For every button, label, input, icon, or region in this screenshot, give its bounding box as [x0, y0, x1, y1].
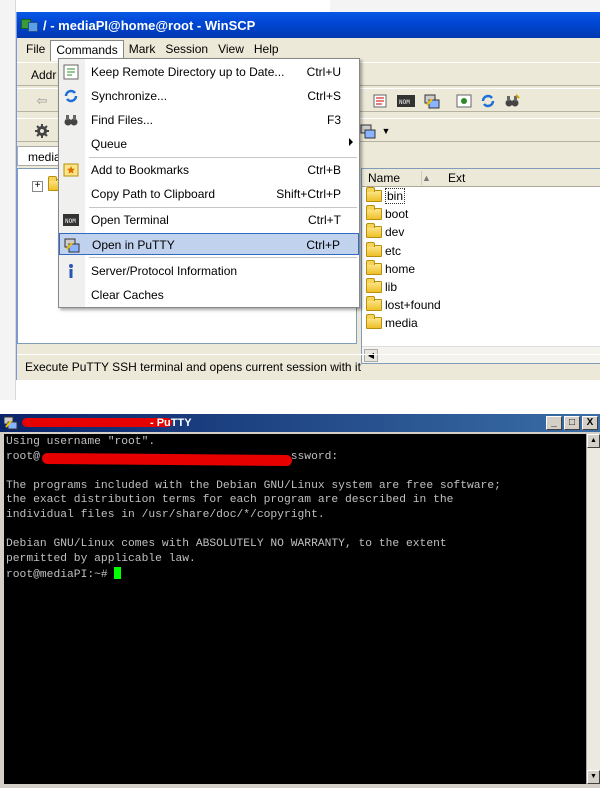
background-strip	[330, 0, 600, 12]
folder-icon	[366, 314, 382, 330]
gear-icon[interactable]	[31, 121, 53, 141]
file-row[interactable]: etc	[362, 241, 600, 260]
close-button[interactable]: X	[582, 416, 598, 430]
menu-session[interactable]: Session	[160, 40, 213, 58]
terminal-line: permitted by applicable law.	[6, 552, 196, 565]
putty-icon	[64, 237, 80, 253]
menu-separator	[89, 157, 357, 158]
menu-separator	[89, 257, 357, 258]
terminal-line: the exact distribution terms for each pr…	[6, 494, 454, 507]
folder-icon	[366, 223, 382, 239]
file-row[interactable]: media	[362, 314, 600, 332]
folder-icon	[366, 296, 382, 312]
svg-text:NOM: NOM	[65, 218, 76, 225]
file-row[interactable]: lib	[362, 278, 600, 296]
chevron-down-icon[interactable]: ▼	[375, 121, 397, 141]
bookmark-icon[interactable]	[453, 91, 475, 111]
putty-icon	[3, 416, 18, 430]
tree-expand-icon[interactable]: +	[32, 181, 43, 192]
keep-dir-icon	[63, 64, 79, 80]
menu-item-open-terminal[interactable]: NOM Open Terminal Ctrl+T	[59, 209, 359, 231]
winscp-app-icon	[21, 17, 39, 33]
file-row[interactable]: bin	[362, 187, 600, 205]
binoculars-icon	[63, 112, 79, 128]
menu-file[interactable]: File	[21, 40, 50, 58]
file-row[interactable]: lost+found	[362, 296, 600, 314]
commands-dropdown-menu: Keep Remote Directory up to Date... Ctrl…	[58, 58, 360, 308]
scroll-down-icon[interactable]: ▼	[587, 770, 600, 784]
folder-icon	[366, 259, 382, 275]
menu-item-queue[interactable]: Queue	[59, 133, 359, 155]
terminal-line: Using username "root".	[6, 436, 156, 448]
menu-item-find-files[interactable]: Find Files... F3	[59, 109, 359, 131]
winscp-titlebar[interactable]: / - mediaPI@home@root - WinSCP	[17, 12, 600, 38]
synchronize-icon	[63, 88, 79, 104]
binoculars-icon[interactable]	[501, 91, 523, 111]
back-arrow-icon[interactable]: ⇦	[31, 91, 53, 111]
column-name[interactable]: Name	[362, 170, 422, 185]
window-controls: _ □ X	[546, 416, 598, 430]
terminal-line: The programs included with the Debian GN…	[6, 479, 501, 492]
terminal-icon[interactable]: NOM	[395, 91, 417, 111]
folder-icon	[366, 241, 382, 257]
menu-item-synchronize[interactable]: Synchronize... Ctrl+S	[59, 85, 359, 107]
maximize-button[interactable]: □	[564, 416, 580, 430]
window-title: / - mediaPI@home@root - WinSCP	[43, 17, 256, 33]
menu-item-clear-caches[interactable]: Clear Caches	[59, 284, 359, 306]
menu-item-copy-path[interactable]: Copy Path to Clipboard Shift+Ctrl+P	[59, 183, 359, 205]
menu-separator	[89, 207, 357, 208]
terminal-line: individual files in /usr/share/doc/*/cop…	[6, 508, 325, 521]
terminal-icon: NOM	[63, 212, 79, 228]
menu-item-add-to-bookmarks[interactable]: Add to Bookmarks Ctrl+B	[59, 159, 359, 181]
putty-window: - PuTTY _ □ X Using username "root". roo…	[0, 414, 600, 788]
file-row[interactable]: home	[362, 259, 600, 278]
properties-icon[interactable]	[369, 91, 391, 111]
background-strip	[0, 0, 16, 400]
menu-help[interactable]: Help	[249, 40, 284, 58]
folder-icon	[366, 278, 382, 294]
menu-item-keep-remote-directory[interactable]: Keep Remote Directory up to Date... Ctrl…	[59, 61, 359, 83]
terminal-prompt-line: root@mediaPI:~#	[6, 567, 586, 582]
folder-icon	[366, 187, 382, 203]
file-list-header: Name ▲ Ext	[362, 169, 600, 187]
file-row[interactable]: dev	[362, 223, 600, 241]
scroll-up-icon[interactable]: ▲	[587, 434, 600, 448]
sort-arrow-icon: ▲	[422, 172, 431, 183]
putty-titlebar[interactable]: - PuTTY _ □ X	[0, 414, 600, 432]
synchronize-icon[interactable]	[477, 91, 499, 111]
menu-view[interactable]: View	[213, 40, 249, 58]
menu-item-server-info[interactable]: Server/Protocol Information	[59, 260, 359, 282]
status-bar: Execute PuTTY SSH terminal and opens cur…	[17, 354, 600, 378]
terminal-screen[interactable]: Using username "root". root@ ssword: The…	[4, 434, 586, 784]
svg-text:NOM: NOM	[399, 99, 410, 106]
column-ext[interactable]: Ext	[436, 171, 465, 185]
terminal-cursor	[114, 567, 122, 580]
putty-icon[interactable]	[421, 91, 443, 111]
menu-bar: File Commands Mark Session View Help	[17, 38, 600, 61]
menu-item-open-in-putty[interactable]: Open in PuTTY Ctrl+P	[59, 233, 359, 255]
vertical-scrollbar[interactable]: ▲ ▼	[586, 434, 600, 784]
submenu-arrow-icon	[349, 138, 353, 146]
redaction-mark	[41, 452, 293, 467]
session-tab[interactable]: media	[17, 146, 61, 166]
file-row[interactable]: boot	[362, 205, 600, 223]
terminal-line: Debian GNU/Linux comes with ABSOLUTELY N…	[6, 538, 447, 551]
info-icon	[63, 263, 79, 279]
folder-icon	[366, 205, 382, 221]
remote-file-list[interactable]: Name ▲ Ext bin boot dev etc home lib los…	[361, 168, 600, 364]
shell-prompt: root@mediaPI:~#	[6, 569, 115, 582]
menu-mark[interactable]: Mark	[124, 40, 161, 58]
minimize-button[interactable]: _	[546, 416, 562, 430]
bookmark-icon	[63, 162, 79, 178]
address-label: Addr	[31, 68, 57, 82]
putty-title: - PuTTY	[150, 417, 192, 429]
